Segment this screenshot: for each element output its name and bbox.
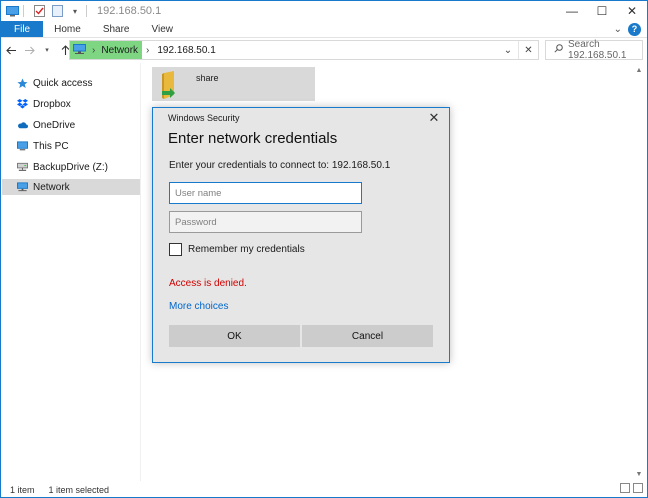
sidebar-item-label: Quick access <box>33 77 93 89</box>
folder-window-icon <box>5 4 19 18</box>
chevron-down-icon[interactable]: ⌄ <box>498 41 518 59</box>
sidebar-item-label: This PC <box>33 140 69 152</box>
close-icon[interactable]: ✕ <box>427 110 441 125</box>
large-icons-view-icon[interactable] <box>633 483 643 493</box>
scroll-up-icon[interactable]: ▲ <box>631 63 647 77</box>
breadcrumb-host[interactable]: 192.168.50.1 <box>153 41 219 59</box>
separator <box>23 5 24 17</box>
separator <box>86 5 87 17</box>
expand-ribbon-icon[interactable]: ⌄ <box>614 24 622 35</box>
sidebar-item-label: BackupDrive (Z:) <box>33 161 109 173</box>
close-window-button[interactable]: ✕ <box>617 1 647 21</box>
chevron-right-icon[interactable]: › <box>142 45 153 56</box>
tab-share[interactable]: Share <box>92 21 141 37</box>
recent-locations-icon[interactable]: ▾ <box>39 40 55 60</box>
cloud-icon <box>17 120 28 131</box>
chevron-right-icon[interactable]: › <box>90 45 97 56</box>
sidebar-item-dropbox[interactable]: Dropbox <box>2 96 140 112</box>
sidebar-item-onedrive[interactable]: OneDrive <box>2 117 140 133</box>
minimize-button[interactable]: — <box>557 1 587 21</box>
item-count: 1 item <box>10 485 35 495</box>
ok-button[interactable]: OK <box>169 325 300 347</box>
search-box[interactable]: Search 192.168.50.1 <box>545 39 643 61</box>
status-bar: 1 item 1 item selected <box>1 483 647 497</box>
scrollbar-track[interactable] <box>635 79 643 463</box>
ribbon-tabs: File Home Share View ⌄ ? <box>1 21 647 38</box>
details-view-icon[interactable] <box>620 483 630 493</box>
navigation-pane: Quick access Dropbox OneDrive This PC Ba… <box>1 63 141 481</box>
sidebar-item-this-pc[interactable]: This PC <box>2 138 140 154</box>
network-icon <box>17 182 28 193</box>
back-icon[interactable] <box>3 40 19 60</box>
navigation-bar: ▾ › Network › 192.168.50.1 ⌄ ✕ Search 19… <box>1 39 647 61</box>
password-field[interactable] <box>169 211 362 233</box>
remember-credentials[interactable]: Remember my credentials <box>169 243 305 256</box>
selected-count: 1 item selected <box>48 485 110 495</box>
help-icon[interactable]: ? <box>628 22 641 36</box>
dialog-prompt: Enter your credentials to connect to: 19… <box>169 160 391 171</box>
dropbox-icon <box>17 99 28 110</box>
breadcrumb-network-label: Network <box>101 44 139 56</box>
sidebar-item-backupdrive[interactable]: BackupDrive (Z:) <box>2 159 140 175</box>
sidebar-item-label: Network <box>33 181 70 193</box>
folder-item-share[interactable]: share <box>152 67 315 101</box>
customize-toolbar-icon[interactable]: ▾ <box>68 4 82 18</box>
view-switcher <box>620 483 643 493</box>
remember-label: Remember my credentials <box>188 244 305 255</box>
forward-icon[interactable] <box>21 40 37 60</box>
sidebar-item-network[interactable]: Network <box>2 179 140 195</box>
new-folder-icon[interactable] <box>50 4 64 18</box>
computer-icon <box>17 141 28 152</box>
title-bar: ▾ 192.168.50.1 — ☐ ✕ <box>1 1 647 21</box>
maximize-button[interactable]: ☐ <box>587 1 617 21</box>
stop-icon[interactable]: ✕ <box>518 41 538 59</box>
shared-folder-icon <box>160 71 184 104</box>
sidebar-item-quick-access[interactable]: Quick access <box>2 75 140 91</box>
scroll-down-icon[interactable]: ▼ <box>631 467 647 481</box>
breadcrumb-network[interactable]: › Network <box>70 41 143 59</box>
address-actions: ⌄ ✕ <box>498 41 538 59</box>
ribbon-actions: ⌄ ? <box>614 21 647 37</box>
network-drive-icon <box>17 162 28 173</box>
tab-view[interactable]: View <box>141 21 185 37</box>
remember-checkbox[interactable] <box>169 243 182 256</box>
vertical-scrollbar[interactable]: ▲ ▼ <box>631 63 647 481</box>
tab-home[interactable]: Home <box>43 21 92 37</box>
explorer-window: ▾ 192.168.50.1 — ☐ ✕ File Home Share Vie… <box>0 0 648 498</box>
sidebar-item-label: OneDrive <box>33 119 76 131</box>
cancel-button[interactable]: Cancel <box>302 325 433 347</box>
search-placeholder: Search 192.168.50.1 <box>568 39 627 61</box>
error-message: Access is denied. <box>169 278 247 289</box>
tab-file[interactable]: File <box>1 21 44 37</box>
window-controls: — ☐ ✕ <box>557 1 647 21</box>
network-icon <box>73 43 86 57</box>
more-choices-link[interactable]: More choices <box>169 301 228 312</box>
username-field[interactable] <box>169 182 362 204</box>
window-title: 192.168.50.1 <box>97 5 162 17</box>
properties-icon[interactable] <box>32 4 46 18</box>
dialog-title: Enter network credentials <box>168 130 338 147</box>
address-bar[interactable]: › Network › 192.168.50.1 ⌄ ✕ <box>69 40 539 60</box>
credentials-dialog: Windows Security ✕ Enter network credent… <box>152 107 450 363</box>
folder-name: share <box>196 73 219 83</box>
search-icon <box>554 44 563 56</box>
star-icon <box>17 78 28 89</box>
sidebar-item-label: Dropbox <box>33 98 71 110</box>
dialog-header: Windows Security <box>168 113 240 123</box>
